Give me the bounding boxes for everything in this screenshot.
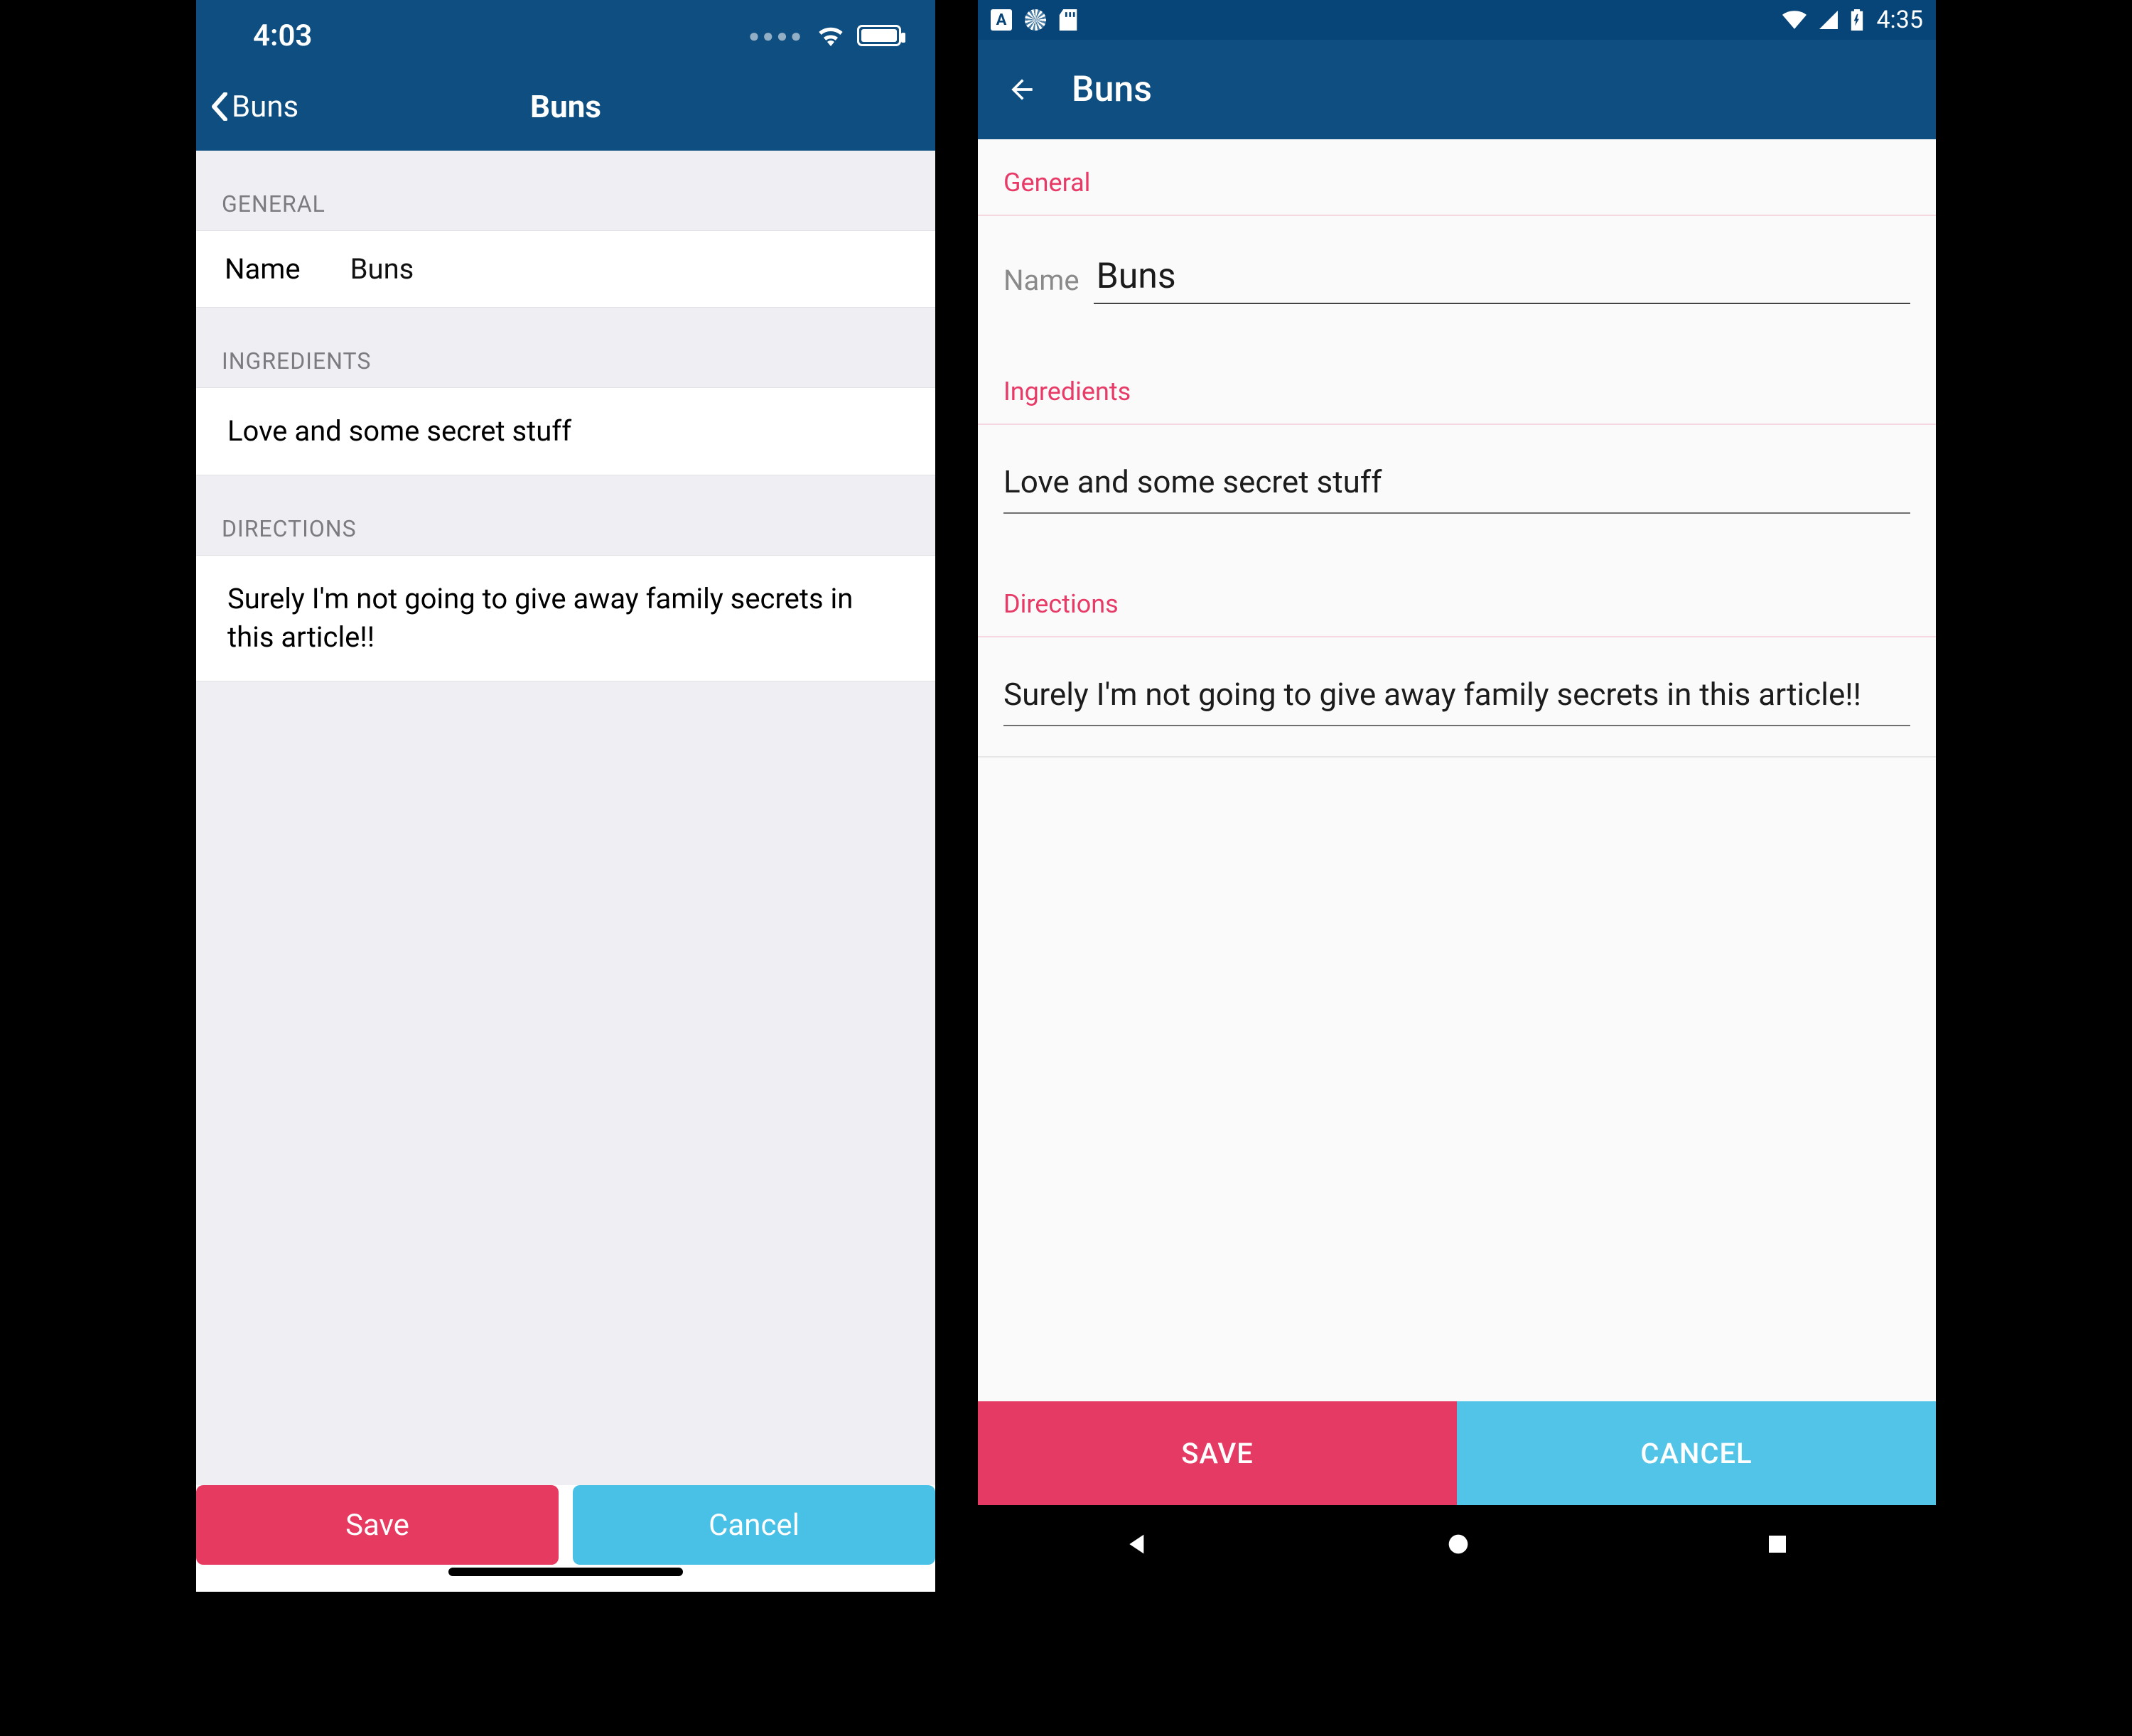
- divider: [978, 424, 1936, 425]
- cancel-button[interactable]: Cancel: [573, 1485, 935, 1565]
- back-label: Buns: [232, 90, 298, 124]
- name-row[interactable]: Name Buns: [196, 230, 935, 308]
- android-app-bar: Buns: [978, 40, 1936, 139]
- section-header-general: General: [978, 139, 1936, 215]
- nav-back-icon[interactable]: [1124, 1530, 1152, 1558]
- nav-recent-icon[interactable]: [1765, 1531, 1790, 1557]
- save-button[interactable]: Save: [196, 1485, 559, 1565]
- nav-home-icon[interactable]: [1444, 1530, 1473, 1558]
- wifi-icon: [1782, 11, 1807, 29]
- android-footer: SAVE CANCEL: [978, 1401, 1936, 1505]
- page-title: Buns: [1072, 69, 1152, 110]
- save-button-label: Save: [345, 1508, 409, 1543]
- android-content: General Name Buns Ingredients Love and s…: [978, 139, 1936, 1505]
- name-field-label: Name: [1003, 264, 1080, 304]
- back-arrow-icon[interactable]: [1006, 74, 1038, 105]
- cellular-icon: [1819, 11, 1838, 29]
- section-header-directions: Directions: [978, 561, 1936, 636]
- cellular-dots-icon: ●●●●: [748, 25, 804, 47]
- save-button[interactable]: SAVE: [978, 1401, 1457, 1505]
- ios-content: GENERAL Name Buns INGREDIENTS Love and s…: [196, 151, 935, 1592]
- cancel-button-label: Cancel: [709, 1508, 800, 1543]
- sd-card-icon: [1059, 9, 1077, 31]
- chevron-left-icon: [210, 92, 229, 121]
- cancel-button-label: CANCEL: [1640, 1437, 1752, 1470]
- name-field-value: Buns: [350, 252, 414, 286]
- page-title: Buns: [196, 88, 935, 125]
- section-header-ingredients: Ingredients: [978, 348, 1936, 424]
- directions-field[interactable]: Surely I'm not going to give away family…: [196, 555, 935, 681]
- ingredients-field[interactable]: Love and some secret stuff: [196, 387, 935, 475]
- directions-field[interactable]: Surely I'm not going to give away family…: [1003, 674, 1910, 726]
- android-status-time: 4:35: [1876, 6, 1923, 34]
- divider: [978, 636, 1936, 637]
- android-screen: A 4:35 Buns General Name Buns Ingredient…: [978, 0, 1936, 1583]
- save-button-label: SAVE: [1181, 1437, 1254, 1470]
- section-header-ingredients: INGREDIENTS: [196, 308, 935, 387]
- name-field[interactable]: Buns: [1094, 256, 1910, 304]
- back-button[interactable]: Buns: [210, 90, 298, 124]
- ingredients-field[interactable]: Love and some secret stuff: [1003, 462, 1910, 514]
- ios-screen: 4:03 ●●●● Buns Buns GENERAL Name Buns IN…: [196, 0, 935, 1592]
- wifi-icon: [816, 25, 846, 46]
- name-field-label: Name: [225, 252, 301, 286]
- battery-icon: [857, 25, 901, 46]
- name-row: Name Buns: [978, 216, 1936, 311]
- section-header-general: GENERAL: [196, 151, 935, 230]
- home-indicator[interactable]: [448, 1568, 683, 1576]
- sync-icon: [1025, 9, 1046, 31]
- cancel-button[interactable]: CANCEL: [1457, 1401, 1936, 1505]
- ios-status-bar: 4:03 ●●●●: [196, 0, 935, 71]
- battery-charging-icon: [1851, 9, 1863, 31]
- keyboard-icon: A: [991, 9, 1012, 31]
- ios-nav-bar: Buns Buns: [196, 71, 935, 151]
- section-header-directions: DIRECTIONS: [196, 475, 935, 555]
- ios-status-time: 4:03: [253, 18, 312, 53]
- android-nav-bar: [978, 1505, 1936, 1583]
- android-status-bar: A 4:35: [978, 0, 1936, 40]
